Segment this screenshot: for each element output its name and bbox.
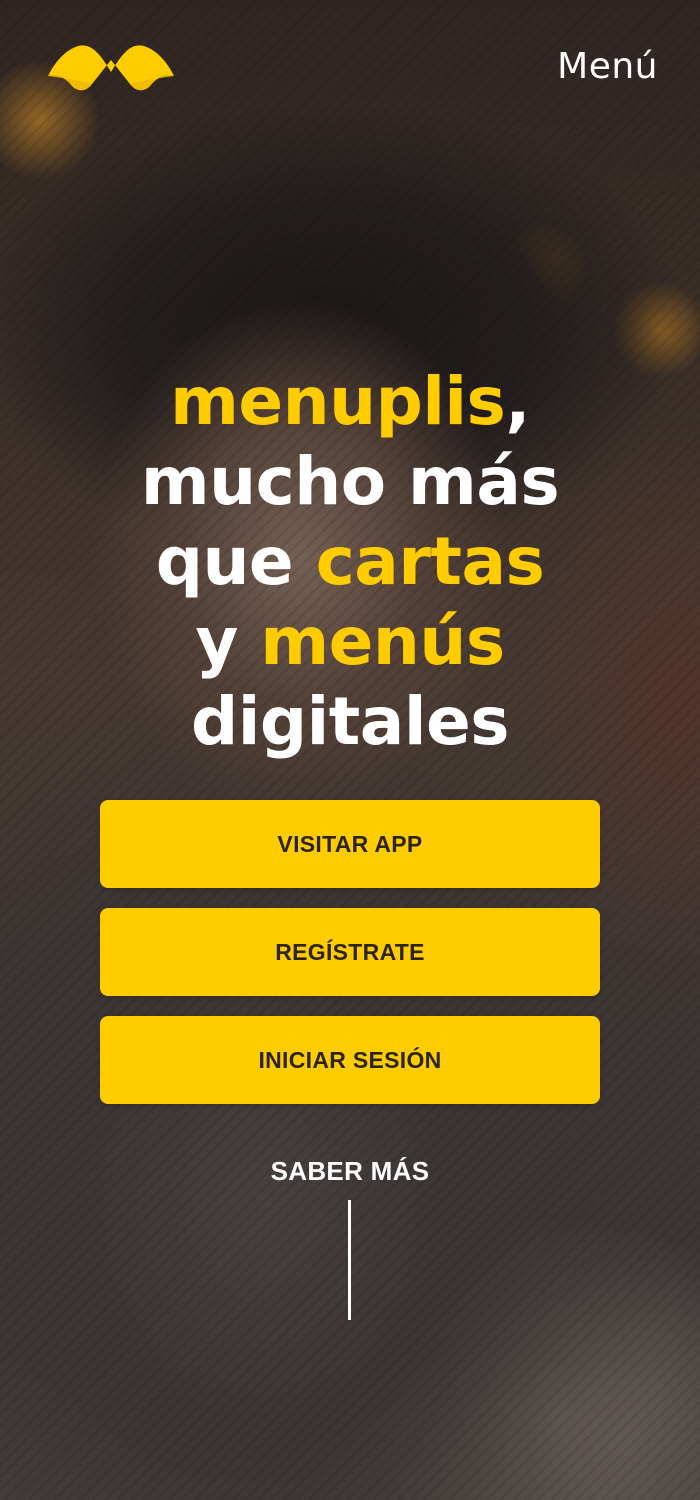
headline-que: que: [155, 523, 316, 600]
register-button[interactable]: REGÍSTRATE: [100, 908, 600, 996]
headline-brand: menuplis: [170, 363, 506, 440]
headline-menus: menús: [260, 603, 505, 680]
menu-button[interactable]: Menú: [557, 46, 658, 87]
scroll-indicator-line: [348, 1200, 351, 1320]
visit-app-button[interactable]: VISITAR APP: [100, 800, 600, 888]
hero-headline: menuplis, mucho más que cartas y menús d…: [0, 362, 700, 762]
headline-line-4: y menús: [0, 602, 700, 682]
menuplis-logo-icon[interactable]: [46, 44, 176, 94]
headline-cartas: cartas: [315, 523, 545, 600]
learn-more-link[interactable]: SABER MÁS: [0, 1156, 700, 1187]
headline-line-1: menuplis,: [0, 362, 700, 442]
headline-y: y: [195, 603, 261, 680]
landing-page: Menú menuplis, mucho más que cartas y me…: [0, 0, 700, 1500]
headline-comma: ,: [505, 363, 530, 440]
login-button[interactable]: INICIAR SESIÓN: [100, 1016, 600, 1104]
headline-line-3: que cartas: [0, 522, 700, 602]
headline-line-2: mucho más: [140, 443, 560, 520]
headline-line-5: digitales: [191, 683, 510, 760]
